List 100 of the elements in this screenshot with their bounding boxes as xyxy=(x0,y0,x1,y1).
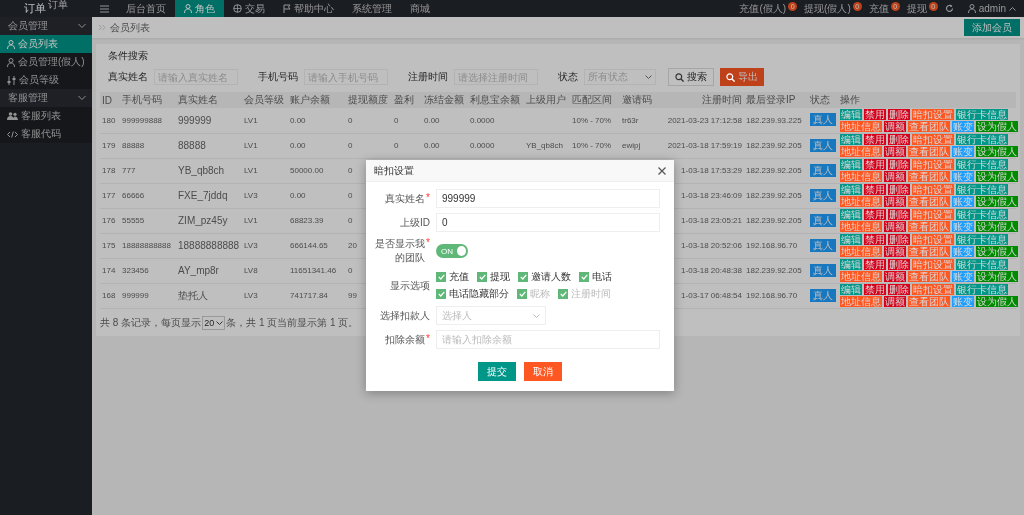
action-button[interactable]: 设为假人 xyxy=(976,146,1018,157)
action-button[interactable]: 暗扣设置 xyxy=(912,234,954,245)
action-button[interactable]: 暗扣设置 xyxy=(912,134,954,145)
sidebar-group[interactable]: 客服管理 xyxy=(0,89,92,107)
header-link[interactable]: 提现(假人) xyxy=(804,1,851,16)
nav-tab[interactable]: 后台首页 xyxy=(117,0,175,17)
header-link[interactable]: 充值(假人) xyxy=(739,1,787,16)
search-button[interactable]: 搜索 xyxy=(668,68,714,86)
action-button[interactable]: 删除 xyxy=(888,134,910,145)
action-button[interactable]: 编辑 xyxy=(840,234,862,245)
checkbox[interactable] xyxy=(436,289,446,299)
action-button[interactable]: 查看团队 xyxy=(908,196,950,207)
action-button[interactable]: 禁用 xyxy=(864,284,886,295)
action-button[interactable]: 禁用 xyxy=(864,159,886,170)
action-button[interactable]: 地址信息 xyxy=(840,221,882,232)
action-button[interactable]: 查看团队 xyxy=(908,221,950,232)
checkbox[interactable] xyxy=(477,272,487,282)
sidebar-item[interactable]: 会员管理(假人) xyxy=(0,53,92,71)
action-button[interactable]: 禁用 xyxy=(864,259,886,270)
action-button[interactable]: 编辑 xyxy=(840,159,862,170)
checkbox[interactable] xyxy=(579,272,589,282)
action-button[interactable]: 账变 xyxy=(952,221,974,232)
action-button[interactable]: 编辑 xyxy=(840,184,862,195)
page-size-select[interactable]: 20 xyxy=(202,315,226,330)
action-button[interactable]: 地址信息 xyxy=(840,271,882,282)
action-button[interactable]: 账变 xyxy=(952,296,974,307)
action-button[interactable]: 删除 xyxy=(888,284,910,295)
sidebar-item[interactable]: 会员列表 xyxy=(0,35,92,53)
action-button[interactable]: 地址信息 xyxy=(840,120,882,132)
action-button[interactable]: 删除 xyxy=(888,184,910,195)
action-button[interactable]: 暗扣设置 xyxy=(912,184,954,195)
sidebar-item[interactable]: 客服列表 xyxy=(0,107,92,125)
header-link[interactable]: 提现 xyxy=(906,1,927,16)
export-button[interactable]: 导出 xyxy=(720,68,764,86)
action-button[interactable]: 银行卡信息 xyxy=(956,234,1008,245)
action-button[interactable]: 暗扣设置 xyxy=(912,108,954,120)
refresh-icon[interactable] xyxy=(944,4,954,13)
action-button[interactable]: 账变 xyxy=(952,271,974,282)
action-button[interactable]: 账变 xyxy=(952,146,974,157)
action-button[interactable]: 暗扣设置 xyxy=(912,209,954,220)
action-button[interactable]: 地址信息 xyxy=(840,296,882,307)
nav-tab[interactable]: 交易 xyxy=(224,0,274,17)
action-button[interactable]: 删除 xyxy=(888,234,910,245)
action-button[interactable]: 银行卡信息 xyxy=(956,134,1008,145)
action-button[interactable]: 设为假人 xyxy=(976,171,1018,182)
action-button[interactable]: 禁用 xyxy=(864,209,886,220)
action-button[interactable]: 编辑 xyxy=(840,108,862,120)
action-button[interactable]: 银行卡信息 xyxy=(956,209,1008,220)
action-button[interactable]: 编辑 xyxy=(840,134,862,145)
sidebar-group[interactable]: 会员管理 xyxy=(0,17,92,35)
nav-tab[interactable]: 角色 xyxy=(175,0,224,17)
action-button[interactable]: 禁用 xyxy=(864,234,886,245)
action-button[interactable]: 设为假人 xyxy=(976,271,1018,282)
action-button[interactable]: 删除 xyxy=(888,209,910,220)
action-button[interactable]: 暗扣设置 xyxy=(912,259,954,270)
action-button[interactable]: 暗扣设置 xyxy=(912,159,954,170)
text-field[interactable]: 999999 xyxy=(436,189,660,208)
checkbox[interactable] xyxy=(518,272,528,282)
action-button[interactable]: 账变 xyxy=(952,120,974,132)
submit-button[interactable]: 提交 xyxy=(478,362,516,381)
action-button[interactable]: 账变 xyxy=(952,171,974,182)
action-button[interactable]: 设为假人 xyxy=(976,196,1018,207)
add-member-button[interactable]: 添加会员 xyxy=(964,19,1020,36)
action-button[interactable]: 银行卡信息 xyxy=(956,108,1008,120)
action-button[interactable]: 地址信息 xyxy=(840,171,882,182)
action-button[interactable]: 银行卡信息 xyxy=(956,284,1008,295)
action-button[interactable]: 查看团队 xyxy=(908,271,950,282)
nav-tab[interactable]: 商城 xyxy=(401,0,439,17)
action-button[interactable]: 编辑 xyxy=(840,284,862,295)
action-button[interactable]: 银行卡信息 xyxy=(956,184,1008,195)
user-menu[interactable]: admin xyxy=(967,3,1016,14)
action-button[interactable]: 设为假人 xyxy=(976,246,1018,257)
action-button[interactable]: 设为假人 xyxy=(976,120,1018,132)
action-button[interactable]: 调额 xyxy=(884,146,906,157)
action-button[interactable]: 设为假人 xyxy=(976,296,1018,307)
action-button[interactable]: 地址信息 xyxy=(840,146,882,157)
action-button[interactable]: 调额 xyxy=(884,196,906,207)
toggle-switch[interactable]: ON xyxy=(436,244,468,258)
action-button[interactable]: 调额 xyxy=(884,171,906,182)
action-button[interactable]: 禁用 xyxy=(864,184,886,195)
action-button[interactable]: 查看团队 xyxy=(908,296,950,307)
action-button[interactable]: 银行卡信息 xyxy=(956,259,1008,270)
action-button[interactable]: 禁用 xyxy=(864,108,886,120)
nav-tab[interactable]: 系统管理 xyxy=(343,0,401,17)
action-button[interactable]: 查看团队 xyxy=(908,120,950,132)
action-button[interactable]: 查看团队 xyxy=(908,146,950,157)
action-button[interactable]: 账变 xyxy=(952,246,974,257)
action-button[interactable]: 禁用 xyxy=(864,134,886,145)
action-button[interactable]: 调额 xyxy=(884,271,906,282)
breadcrumb[interactable]: 会员列表 xyxy=(110,20,150,35)
cancel-button[interactable]: 取消 xyxy=(524,362,562,381)
action-button[interactable]: 暗扣设置 xyxy=(912,284,954,295)
action-button[interactable]: 银行卡信息 xyxy=(956,159,1008,170)
action-button[interactable]: 设为假人 xyxy=(976,221,1018,232)
action-button[interactable]: 地址信息 xyxy=(840,196,882,207)
action-button[interactable]: 调额 xyxy=(884,246,906,257)
menu-icon[interactable] xyxy=(100,4,109,13)
sidebar-item[interactable]: 会员等级 xyxy=(0,71,92,89)
close-icon[interactable] xyxy=(658,166,666,175)
text-field[interactable]: 0 xyxy=(436,213,660,232)
